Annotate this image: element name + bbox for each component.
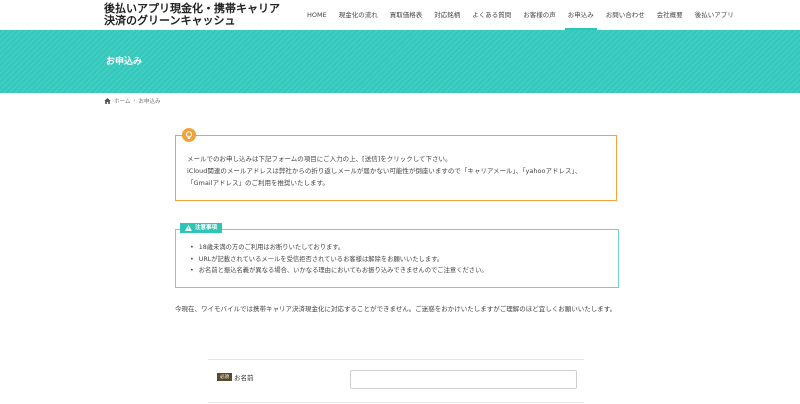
breadcrumb-separator: › [133,98,136,104]
info-line-3: 「Gmailアドレス」のご利用を推奨いたします。 [187,179,329,187]
info-text: メールでのお申し込みは下記フォームの項目にご入力の上、[送信]をクリックして下さ… [187,153,612,189]
nav-item-company[interactable]: 会社概要 [651,0,689,30]
required-badge: 必須 [217,373,232,381]
breadcrumb-home[interactable]: ホーム [114,97,130,105]
notice-item: URLが記載されているメールを受信拒否されているお客様は解除をお願いいたします。 [190,254,488,266]
site-title-line2[interactable]: 決済のグリーンキャッシュ [104,15,280,27]
main-nav: HOME 現金化の流れ 買取価格表 対応銘柄 よくある質問 お客様の声 お申込み… [301,0,740,30]
home-icon [104,98,111,104]
nav-item-price-list[interactable]: 買取価格表 [384,0,429,30]
nav-item-brands[interactable]: 対応銘柄 [428,0,466,30]
site-title[interactable]: 後払いアプリ現金化・携帯キャリア 決済のグリーンキャッシュ [104,3,280,27]
warning-icon [185,225,192,231]
nav-item-flow[interactable]: 現金化の流れ [333,0,384,30]
notice-list: 18歳未満の方のご利用はお断りいたしております。 URLが記載されているメールを… [190,242,488,277]
name-input[interactable] [350,370,577,389]
nav-item-faq[interactable]: よくある質問 [466,0,517,30]
nav-item-bnpl-app[interactable]: 後払いアプリ [689,0,740,30]
page-title: お申込み [106,57,143,67]
notice-item: お名前と振込名義が異なる場合、いかなる理由においてもお振り込みできませんのでご注… [190,265,488,277]
lightbulb-icon [182,128,196,142]
notice-label: 注意事項 [180,223,223,233]
notice-label-text: 注意事項 [195,225,218,231]
ymobile-notice-text: 今現在、ワイモバイルでは携帯キャリア決済現金化に対応することができません。ご迷惑… [175,305,617,313]
info-line-2: iCloud関連のメールアドレスは弊社からの折り返しメールが届かない可能性が倒座… [187,167,582,175]
name-label: お名前 [234,374,254,382]
nav-item-contact[interactable]: お問い合わせ [600,0,651,30]
page-hero: お申込み [0,30,800,93]
info-line-1: メールでのお申し込みは下記フォームの項目にご入力の上、[送信]をクリックして下さ… [187,155,452,163]
nav-item-reviews[interactable]: お客様の声 [517,0,562,30]
notice-item: 18歳未満の方のご利用はお断りいたしております。 [190,242,488,254]
breadcrumb-current: お申込み [138,99,161,105]
nav-item-apply[interactable]: お申込み [562,0,600,30]
nav-item-home[interactable]: HOME [301,0,333,30]
site-header: 後払いアプリ現金化・携帯キャリア 決済のグリーンキャッシュ HOME 現金化の流… [0,0,800,30]
breadcrumb: ホーム › お申込み [104,97,161,105]
